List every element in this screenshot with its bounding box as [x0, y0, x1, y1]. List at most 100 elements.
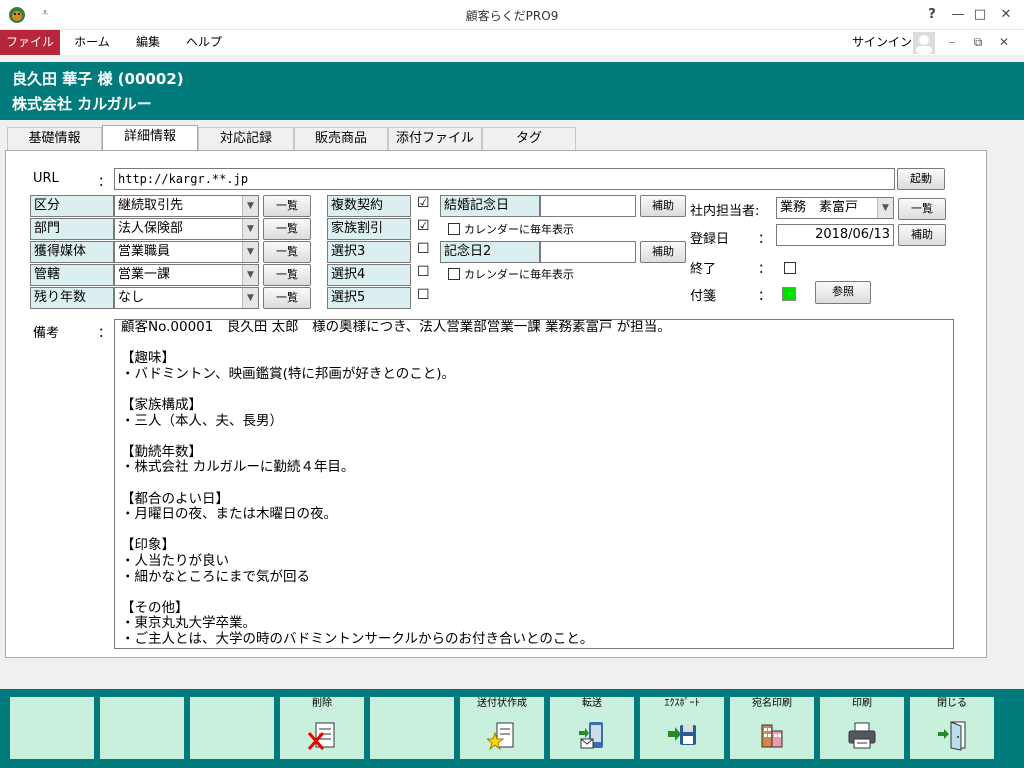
help-button[interactable]: ?	[920, 4, 944, 26]
forward-label: 転送	[582, 698, 602, 709]
footer-button-3[interactable]	[190, 697, 274, 759]
reference-button[interactable]: 参照	[815, 281, 871, 304]
remaining-years-select[interactable]: なし ▼	[114, 287, 259, 309]
company-name: 株式会社 カルガルー	[12, 95, 152, 113]
address-print-icon	[757, 719, 787, 751]
chevron-down-icon[interactable]: ▼	[242, 242, 258, 262]
staff-select[interactable]: 業務 素富戸 ▼	[776, 197, 894, 219]
signin-link[interactable]: サインイン	[852, 30, 912, 55]
remaining-years-list-button[interactable]: 一覧	[263, 287, 311, 309]
registration-date-field[interactable]: 2018/06/13	[776, 224, 894, 246]
end-colon: ：	[758, 262, 772, 277]
chevron-down-icon[interactable]: ▼	[242, 219, 258, 239]
end-label: 終了	[690, 262, 717, 277]
memorial2-calendar-checkbox[interactable]	[448, 268, 460, 280]
memorial2-field[interactable]	[540, 241, 636, 263]
category-list-button[interactable]: 一覧	[263, 195, 311, 217]
close-button[interactable]: 閉じる	[910, 697, 994, 759]
url-colon: ：	[98, 175, 112, 190]
close-label: 閉じる	[937, 698, 967, 709]
footer-button-2[interactable]	[100, 697, 184, 759]
jurisdiction-select[interactable]: 営業一課 ▼	[114, 264, 259, 286]
staff-label: 社内担当者:	[690, 204, 760, 219]
memo-colon: ：	[98, 326, 112, 341]
menu-bar: ファイル ホーム 編集 ヘルプ サインイン – ⧉ ✕	[0, 30, 1024, 55]
sticky-color-swatch[interactable]	[782, 287, 796, 301]
flag-label-5: 選択5	[327, 287, 411, 309]
anniversary-label: 結婚記念日	[440, 195, 540, 217]
footer-button-label	[190, 697, 274, 711]
registration-date-label: 登録日	[690, 232, 730, 247]
footer-button-label	[10, 697, 94, 711]
department-list-button[interactable]: 一覧	[263, 218, 311, 240]
flag-checkbox-5[interactable]: ☐	[417, 287, 430, 303]
print-button[interactable]: 印刷	[820, 697, 904, 759]
flag-label-1: 複数契約	[327, 195, 411, 217]
customer-header: 良久田 華子 様 (00002) 株式会社 カルガルー	[0, 62, 1024, 120]
department-select[interactable]: 法人保険部 ▼	[114, 218, 259, 240]
tab-detail-info[interactable]: 詳細情報	[102, 125, 198, 152]
minimize-button[interactable]: —	[946, 4, 970, 26]
menu-home[interactable]: ホーム	[66, 30, 118, 55]
flag-checkbox-3[interactable]: ☐	[417, 241, 430, 257]
customer-name: 良久田 華子 様 (00002)	[12, 70, 184, 88]
ribbon-minimize-button[interactable]: –	[942, 30, 962, 55]
chevron-down-icon[interactable]: ▼	[242, 196, 258, 216]
footer-button-1[interactable]	[10, 697, 94, 759]
close-window-button[interactable]: ✕	[994, 4, 1018, 26]
category-select[interactable]: 継続取引先 ▼	[114, 195, 259, 217]
jurisdiction-list-button[interactable]: 一覧	[263, 264, 311, 286]
forward-icon	[577, 719, 607, 751]
flag-label-2: 家族割引	[327, 218, 411, 240]
print-label: 印刷	[852, 698, 872, 709]
staff-list-button[interactable]: 一覧	[898, 198, 946, 220]
close-door-icon	[937, 719, 967, 751]
window-title: 顧客らくだPRO9	[465, 9, 559, 23]
tab-products[interactable]: 販売商品	[294, 127, 388, 151]
department-label: 部門	[30, 218, 114, 240]
footer-button-5[interactable]	[370, 697, 454, 759]
maximize-button[interactable]: □	[968, 4, 992, 26]
anniversary-assist-button[interactable]: 補助	[640, 195, 686, 217]
launch-button[interactable]: 起動	[897, 168, 945, 190]
ribbon-restore-button[interactable]: ⧉	[968, 30, 988, 55]
acquisition-select[interactable]: 営業職員 ▼	[114, 241, 259, 263]
footer-button-label	[370, 697, 454, 711]
flag-checkbox-4[interactable]: ☐	[417, 264, 430, 280]
menu-edit[interactable]: 編集	[124, 30, 172, 55]
end-checkbox[interactable]	[784, 262, 796, 274]
flag-checkbox-1[interactable]: ☑	[417, 195, 430, 211]
chevron-down-icon[interactable]: ▼	[877, 198, 893, 218]
forward-button[interactable]: 転送	[550, 697, 634, 759]
memorial2-calendar-label: カレンダーに毎年表示	[464, 268, 574, 281]
memo-textarea[interactable]: 顧客No.00001 良久田 太郎 様の奥様につき、法人営業部営業一課 業務素富…	[114, 319, 954, 649]
registration-date-assist-button[interactable]: 補助	[898, 224, 946, 246]
tab-attachments[interactable]: 添付ファイル	[388, 127, 482, 151]
url-label: URL	[33, 171, 59, 186]
memorial2-assist-button[interactable]: 補助	[640, 241, 686, 263]
chevron-down-icon[interactable]: ▼	[242, 288, 258, 308]
cover-letter-button[interactable]: 送付状作成	[460, 697, 544, 759]
tab-basic-info[interactable]: 基礎情報	[7, 127, 102, 151]
address-print-button[interactable]: 宛名印刷	[730, 697, 814, 759]
title-bar: ⩡ 顧客らくだPRO9 ? — □ ✕	[0, 0, 1024, 30]
footer-button-label	[100, 697, 184, 711]
print-icon	[847, 719, 877, 751]
chevron-down-icon[interactable]: ▼	[242, 265, 258, 285]
menu-help[interactable]: ヘルプ	[176, 30, 232, 55]
flag-label-3: 選択3	[327, 241, 411, 263]
acquisition-label: 獲得媒体	[30, 241, 114, 263]
menu-file[interactable]: ファイル	[0, 30, 60, 55]
ribbon-close-button[interactable]: ✕	[994, 30, 1014, 55]
tab-tags[interactable]: タグ	[482, 127, 576, 151]
tab-correspondence[interactable]: 対応記録	[198, 127, 294, 151]
delete-button[interactable]: 削除	[280, 697, 364, 759]
anniversary-calendar-checkbox[interactable]	[448, 223, 460, 235]
user-avatar[interactable]	[913, 32, 935, 54]
acquisition-list-button[interactable]: 一覧	[263, 241, 311, 263]
anniversary-field[interactable]	[540, 195, 636, 217]
url-field[interactable]: http://kargr.**.jp	[114, 168, 895, 190]
delete-icon	[307, 719, 337, 751]
export-button[interactable]: ｴｸｽﾎﾟｰﾄ	[640, 697, 724, 759]
flag-checkbox-2[interactable]: ☑	[417, 218, 430, 234]
